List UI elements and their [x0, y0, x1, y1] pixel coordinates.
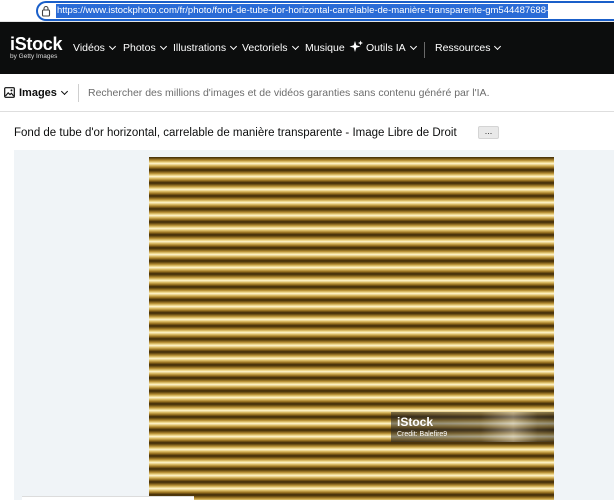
chevron-down-icon: [108, 42, 116, 51]
nav-item-label: Ressources: [435, 42, 491, 54]
nav-item-musique[interactable]: Musique: [305, 41, 345, 55]
lock-icon[interactable]: [41, 5, 51, 17]
image-preview-panel: iStock Credit: Balefire9: [14, 150, 614, 500]
page-title: Fond de tube d'or horizontal, carrelable…: [14, 127, 457, 139]
search-type-dropdown[interactable]: Images: [19, 86, 68, 100]
watermark-logo: iStock: [397, 415, 434, 429]
search-input[interactable]: [84, 84, 604, 102]
search-bar: Images: [0, 74, 614, 112]
istock-logo[interactable]: iStock by Getty Images: [10, 34, 63, 61]
nav-item-videos[interactable]: Vidéos: [73, 41, 116, 55]
url-text[interactable]: https://www.istockphoto.com/fr/photo/fon…: [56, 4, 548, 18]
chevron-down-icon: [409, 42, 417, 51]
search-type-label: Images: [19, 87, 57, 99]
logo-text: iStock: [10, 34, 63, 54]
sparkle-icon: [349, 40, 363, 52]
image-icon: [4, 87, 15, 98]
gold-tube-image[interactable]: [149, 157, 554, 500]
browser-address-bar: https://www.istockphoto.com/fr/photo/fon…: [0, 0, 614, 22]
chevron-down-icon: [291, 42, 299, 51]
more-options-button[interactable]: ...: [478, 126, 499, 139]
nav-item-ressources[interactable]: Ressources: [435, 41, 502, 55]
search-divider: [78, 84, 79, 102]
main-navigation: iStock by Getty Images Vidéos Photos Ill…: [0, 22, 614, 74]
nav-item-illustrations[interactable]: Illustrations: [173, 41, 238, 55]
nav-item-label: Musique: [305, 42, 345, 54]
nav-item-label: Vidéos: [73, 42, 105, 54]
chevron-down-icon: [60, 87, 68, 96]
nav-item-label: Photos: [123, 42, 156, 54]
logo-subtext: by Getty Images: [10, 53, 58, 60]
bottom-bar: [22, 496, 194, 500]
chevron-down-icon: [494, 42, 502, 51]
nav-divider: [424, 42, 425, 58]
chevron-down-icon: [159, 42, 167, 51]
nav-item-label: Vectoriels: [242, 42, 288, 54]
nav-item-label: Outils IA: [366, 42, 406, 54]
nav-item-label: Illustrations: [173, 42, 227, 54]
watermark-credit: Credit: Balefire9: [397, 431, 448, 438]
nav-item-photos[interactable]: Photos: [123, 41, 167, 55]
nav-item-outils-ia[interactable]: Outils IA: [366, 41, 417, 55]
nav-item-vectoriels[interactable]: Vectoriels: [242, 41, 299, 55]
chevron-down-icon: [230, 42, 238, 51]
